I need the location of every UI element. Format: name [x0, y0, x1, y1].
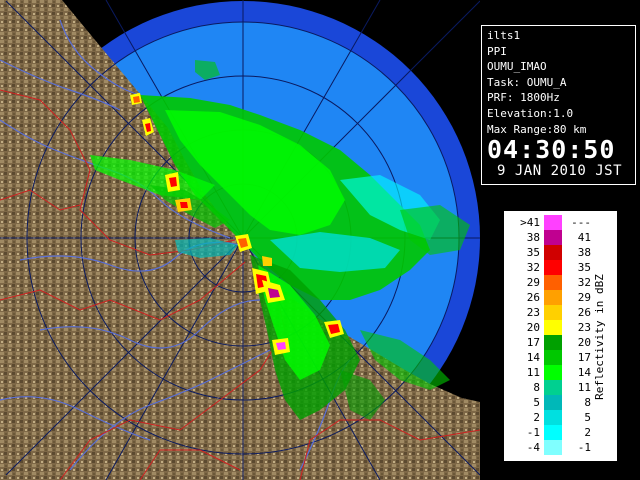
legend-upper-value: -1: [577, 441, 591, 454]
legend-row: >41 ---: [504, 215, 594, 230]
legend-upper-value: ---: [571, 216, 591, 229]
reflectivity-legend: >41 --- 38 41 35 38 32 35 29 32 26 29 23 26 20 23 17 20 14…: [503, 210, 618, 462]
legend-row: 25: [504, 410, 594, 425]
radar-ppi-view[interactable]: [0, 0, 480, 480]
legend-lower-value: 11: [526, 366, 540, 379]
legend-row: 35 38: [504, 245, 594, 260]
legend-lower-value: 20: [526, 321, 540, 334]
legend-upper-value: 14: [577, 366, 591, 379]
legend-lower-value: -1: [526, 426, 540, 439]
legend-lower-value: 5: [533, 396, 540, 409]
legend-lower-value: 26: [526, 291, 540, 304]
legend-lower-value: 29: [526, 276, 540, 289]
legend-color-swatch: [544, 215, 562, 230]
legend-color-swatch: [544, 335, 562, 350]
legend-upper-value: 38: [577, 246, 591, 259]
legend-upper-value: 23: [577, 321, 591, 334]
scan-date: 9 JAN 2010 JST: [497, 163, 623, 180]
legend-row: 11 14: [504, 365, 594, 380]
info-site: ilts1: [487, 29, 521, 42]
legend-row: 38 41: [504, 230, 594, 245]
legend-upper-value: 5: [584, 411, 591, 424]
legend-color-swatch: [544, 230, 562, 245]
info-elevation: Elevation:1.0: [487, 106, 574, 120]
scan-time: 04:30:50: [487, 135, 616, 165]
legend-upper-value: 20: [577, 336, 591, 349]
legend-color-swatch: [544, 245, 562, 260]
legend-row: 20 23: [504, 320, 594, 335]
legend-row: -1 2: [504, 425, 594, 440]
radar-map-canvas: [0, 0, 480, 480]
legend-row: 14 17: [504, 350, 594, 365]
legend-lower-value: 38: [526, 231, 540, 244]
legend-color-swatch: [544, 305, 562, 320]
legend-color-swatch: [544, 395, 562, 410]
legend-color-swatch: [544, 440, 562, 455]
legend-upper-value: 26: [577, 306, 591, 319]
legend-color-swatch: [544, 320, 562, 335]
legend-lower-value: >41: [520, 216, 540, 229]
info-scan-type: PPI: [487, 44, 507, 58]
info-product: OUMU_IMAO: [487, 60, 547, 74]
legend-upper-value: 17: [577, 351, 591, 364]
legend-row: 17 20: [504, 335, 594, 350]
legend-row: 58: [504, 395, 594, 410]
legend-row: 29 32: [504, 275, 594, 290]
legend-title: Reflectivity in dBZ: [593, 274, 606, 400]
legend-color-swatch: [544, 380, 562, 395]
legend-row: -4 -1: [504, 440, 594, 455]
legend-lower-value: 17: [526, 336, 540, 349]
legend-color-swatch: [544, 275, 562, 290]
legend-upper-value: 32: [577, 276, 591, 289]
legend-row: 26 29: [504, 290, 594, 305]
legend-color-swatch: [544, 365, 562, 380]
legend-lower-value: 23: [526, 306, 540, 319]
legend-color-swatch: [544, 260, 562, 275]
legend-row: 8 11: [504, 380, 594, 395]
legend-lower-value: 8: [533, 381, 540, 394]
radar-info-panel: ilts1 PPI OUMU_IMAO Task: OUMU_A PRF: 18…: [481, 25, 636, 185]
legend-lower-value: -4: [526, 441, 540, 454]
legend-upper-value: 35: [577, 261, 591, 274]
legend-lower-value: 2: [533, 411, 540, 424]
info-task: Task: OUMU_A: [487, 75, 567, 89]
legend-color-swatch: [544, 410, 562, 425]
legend-row: 32 35: [504, 260, 594, 275]
legend-color-swatch: [544, 425, 562, 440]
legend-upper-value: 8: [584, 396, 591, 409]
legend-color-swatch: [544, 350, 562, 365]
legend-lower-value: 32: [526, 261, 540, 274]
legend-upper-value: 11: [577, 381, 591, 394]
legend-row: 23 26: [504, 305, 594, 320]
legend-lower-value: 14: [526, 351, 540, 364]
legend-upper-value: 29: [577, 291, 591, 304]
legend-lower-value: 35: [526, 246, 540, 259]
info-prf: PRF: 1800Hz: [487, 91, 560, 105]
legend-upper-value: 2: [584, 426, 591, 439]
legend-color-swatch: [544, 290, 562, 305]
legend-upper-value: 41: [577, 231, 591, 244]
